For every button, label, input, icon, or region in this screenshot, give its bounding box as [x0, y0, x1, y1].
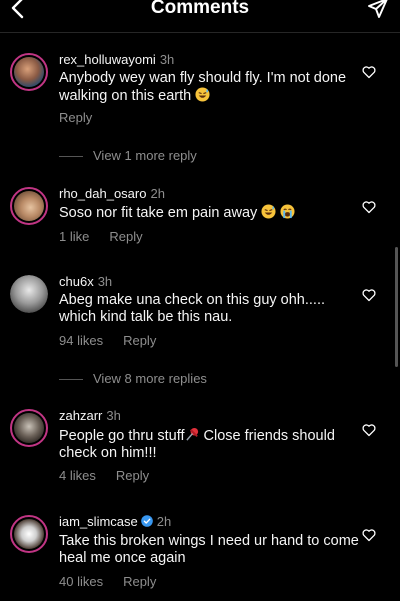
reply-button[interactable]: Reply — [59, 110, 92, 125]
comment-username[interactable]: zahzarr — [59, 408, 102, 423]
heart-icon[interactable] — [362, 423, 376, 437]
verified-badge-icon — [140, 515, 153, 527]
comment-text: Soso nor fit take em pain away — [59, 204, 359, 222]
reply-button[interactable]: Reply — [109, 229, 142, 244]
avatar[interactable] — [10, 53, 48, 91]
pushpin-emoji — [185, 427, 198, 441]
divider — [59, 156, 83, 158]
grinning-sweat-emoji — [261, 204, 276, 219]
scrollbar[interactable] — [395, 247, 398, 367]
comment-text: Take this broken wings I need ur hand to… — [59, 533, 359, 566]
page-title: Comments — [150, 0, 250, 18]
comment-time: 2h — [156, 514, 172, 529]
divider — [59, 379, 83, 381]
header-bar: Comments — [0, 0, 400, 33]
reply-button[interactable]: Reply — [123, 574, 156, 589]
comment-time: 2h — [150, 186, 165, 201]
comment-username[interactable]: rho_dah_osaro — [59, 186, 146, 201]
likes-count[interactable]: 4 likes — [59, 468, 96, 483]
paper-plane-icon[interactable] — [366, 0, 390, 20]
comment-time: 3h — [97, 274, 113, 289]
loudly-crying-emoji — [280, 204, 295, 219]
heart-icon[interactable] — [362, 288, 376, 302]
likes-count[interactable]: 94 likes — [59, 333, 103, 348]
avatar[interactable] — [10, 187, 48, 225]
heart-icon[interactable] — [362, 528, 376, 542]
view-more-replies[interactable]: View 1 more reply — [59, 148, 197, 163]
comment-username[interactable]: rex_holluwayomi — [59, 52, 156, 67]
grinning-sweat-emoji — [195, 87, 210, 102]
comment-time: 3h — [159, 52, 175, 67]
likes-count[interactable]: 40 likes — [59, 574, 103, 589]
comment-text: Abeg make una check on this guy ohh.....… — [59, 292, 325, 325]
comment-username[interactable]: iam_slimcase — [59, 514, 138, 529]
comment-time: 3h — [106, 408, 121, 423]
comment-text: Anybody wey wan fly should fly. I'm not … — [59, 70, 347, 104]
likes-count[interactable]: 1 like — [59, 229, 89, 244]
heart-icon[interactable] — [362, 65, 376, 79]
heart-icon[interactable] — [362, 200, 376, 214]
comment-username[interactable]: chu6x — [59, 274, 94, 289]
view-more-replies[interactable]: View 8 more replies — [59, 371, 207, 386]
reply-button[interactable]: Reply — [123, 333, 156, 348]
reply-button[interactable]: Reply — [116, 468, 149, 483]
avatar[interactable] — [10, 515, 48, 553]
avatar[interactable] — [10, 409, 48, 447]
comment-text: People go thru stuff Close friends shoul… — [59, 427, 335, 461]
avatar[interactable] — [10, 275, 48, 313]
